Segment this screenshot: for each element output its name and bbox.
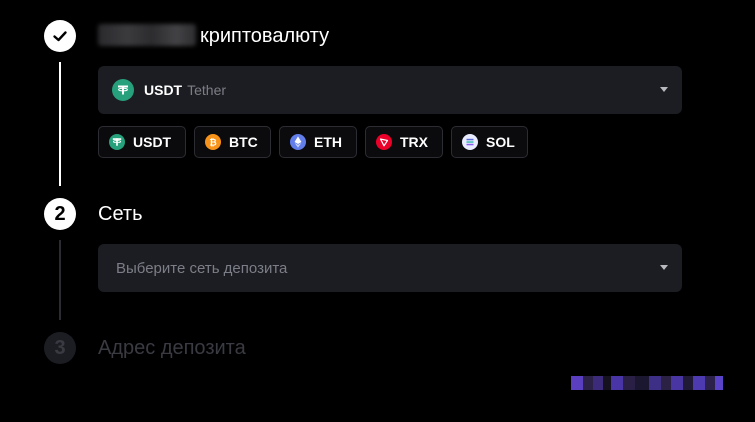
chip-usdt[interactable]: USDT (98, 126, 186, 158)
network-select-placeholder: Выберите сеть депозита (116, 259, 288, 277)
checkmark-icon (53, 31, 67, 42)
sol-icon (462, 134, 478, 150)
usdt-icon (112, 79, 134, 101)
trx-icon (376, 134, 392, 150)
btc-icon: ₿ (205, 134, 221, 150)
currency-quick-picks: USDT ₿ BTC ETH TRX SOL (98, 126, 528, 158)
chip-btc[interactable]: ₿ BTC (194, 126, 271, 158)
step-3-indicator: 3 (44, 332, 76, 364)
chevron-down-icon (660, 87, 668, 92)
step-2-number: 2 (54, 202, 66, 225)
step-connector-1 (59, 62, 61, 186)
step-3-title: Адрес депозита (98, 337, 246, 359)
step-2-indicator: 2 (44, 198, 76, 230)
redacted-text (98, 24, 196, 46)
chip-trx[interactable]: TRX (365, 126, 443, 158)
step-1-title-text: криптовалюту (200, 25, 330, 47)
usdt-icon (109, 134, 125, 150)
svg-text:₿: ₿ (209, 137, 216, 147)
chip-label: SOL (486, 134, 515, 150)
chip-label: USDT (133, 134, 172, 150)
step-connector-2 (59, 240, 61, 320)
step-1-title: криптовалюту (98, 24, 329, 48)
step-3-number: 3 (54, 336, 66, 359)
eth-icon (290, 134, 306, 150)
step-2-title: Сеть (98, 203, 143, 225)
chip-label: ETH (314, 134, 342, 150)
step-1-done-indicator (44, 20, 76, 52)
chip-label: BTC (229, 134, 258, 150)
chip-eth[interactable]: ETH (279, 126, 357, 158)
selected-currency-symbol: USDT (144, 82, 183, 98)
selected-currency-name: Tether (187, 82, 227, 98)
chip-label: TRX (400, 134, 428, 150)
chip-sol[interactable]: SOL (451, 126, 528, 158)
deposit-page: криптовалюту USDT Tether USDT ₿ BTC ETH … (0, 0, 755, 422)
chevron-down-icon (660, 265, 668, 270)
currency-select[interactable]: USDT Tether (98, 66, 682, 114)
network-select[interactable]: Выберите сеть депозита (98, 244, 682, 292)
pixelated-logo (571, 376, 723, 390)
